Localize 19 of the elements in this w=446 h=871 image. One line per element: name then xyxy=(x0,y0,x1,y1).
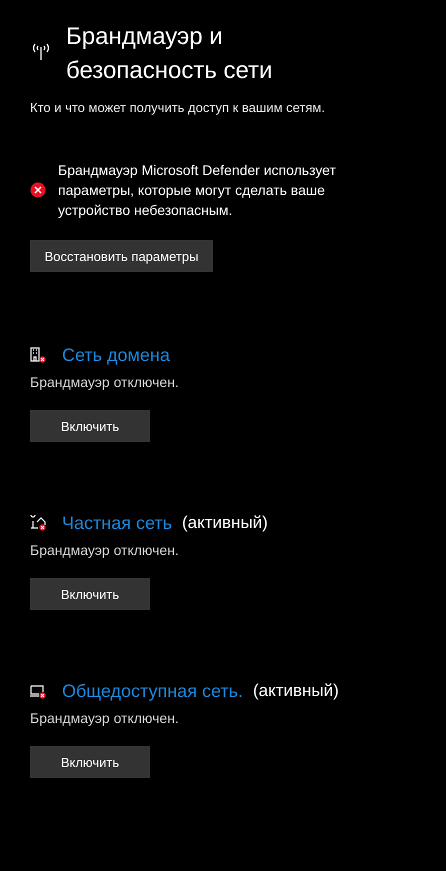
network-link[interactable]: Общедоступная сеть. xyxy=(62,680,243,702)
active-label: (активный) xyxy=(252,681,339,701)
network-link[interactable]: Частная сеть xyxy=(62,512,172,534)
page-subtitle: Кто и что может получить доступ к вашим сетям. xyxy=(30,100,326,115)
error-icon xyxy=(30,182,46,198)
firewall-status: Брандмауэр отключен. xyxy=(30,710,180,726)
firewall-status: Брандмауэр отключен. xyxy=(30,542,180,558)
restore-button[interactable]: Восстановить параметры xyxy=(30,240,213,272)
page-title: Брандмауэр и безопасность сети xyxy=(66,22,274,86)
enable-button[interactable]: Включить xyxy=(30,410,150,442)
enable-button[interactable]: Включить xyxy=(30,578,150,610)
active-label: (активный) xyxy=(182,513,268,533)
enable-button[interactable]: Включить xyxy=(30,746,150,778)
house-icon xyxy=(30,515,46,531)
monitor-icon xyxy=(30,683,46,699)
warning-text: Брандмауэр Microsoft Defender использует параметры, которые могут сделать ваше устройство небезопасным. xyxy=(58,161,337,220)
firewall-status: Брандмауэр отключен. xyxy=(30,374,180,390)
building-icon xyxy=(30,347,46,363)
network-link[interactable]: Сеть домена xyxy=(62,344,170,366)
